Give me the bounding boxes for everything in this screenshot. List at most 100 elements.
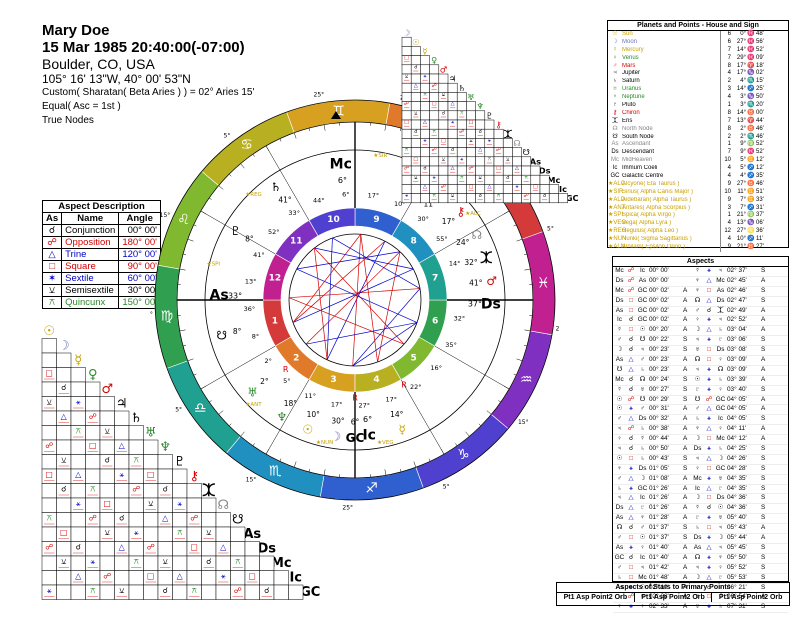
aspect-grid-cell — [128, 584, 144, 600]
aspect-grid-symbol: △ — [75, 571, 82, 580]
aspect-grid-symbol: ☍ — [524, 193, 529, 199]
aspect-phase: S — [761, 504, 766, 512]
aspect-grid-cell — [273, 584, 289, 600]
aspect-point1: ☉ — [616, 405, 623, 413]
planet-minute: 33' — [756, 196, 764, 203]
aspect-orb: 04° 35' — [727, 484, 747, 492]
aspect-point2: Ds — [638, 415, 647, 423]
imum-coeli-degree: 6° — [363, 415, 372, 424]
aspect-grid-cell — [143, 439, 159, 455]
aspect-point2: GC — [637, 484, 648, 492]
house-number: 12 — [269, 274, 282, 284]
aspect-grid-cell — [114, 570, 130, 586]
house-number: 6 — [432, 316, 438, 326]
aspect-grid-cell — [56, 584, 72, 600]
outer-degree-label: 5° — [547, 225, 554, 232]
aspect-phase: S — [761, 454, 766, 462]
aspect-grid-symbol: □ — [248, 571, 256, 580]
aspect-type: ☌ — [628, 375, 634, 383]
aspect-grid-symbol: ⚹ — [47, 586, 52, 595]
aspect-row: GC ☌ Ic 01° 40' A ☊ ⚹ ♆ 05° 50' S — [613, 554, 788, 564]
aspect-orb: 03° 39' — [727, 375, 747, 383]
aspect-point2: Ic — [640, 494, 645, 502]
aspect-grid-symbol: □ — [404, 55, 409, 61]
aspect-point2: ♂ — [640, 356, 645, 364]
aspect-grid-symbol: ☍ — [468, 166, 473, 172]
aspect-row: ♃ ☌ ♄ 00° 50' A Ds ⚹ ♄ 04° 25' S — [613, 445, 788, 455]
aspect-phase: A — [761, 395, 766, 403]
aspect-grid-symbol: ⚺ — [148, 499, 153, 508]
aspect-orb: 01° 37' — [649, 524, 669, 532]
aspect-type: △ — [628, 365, 634, 373]
aspect-point1: ☿ — [695, 267, 700, 274]
aspect-grid-glyph: ♄ — [130, 411, 142, 426]
aspect-grid-symbol: ☍ — [45, 542, 53, 551]
planet-name: Chiron — [622, 109, 640, 116]
aspect-grid-symbol: □ — [60, 528, 68, 537]
minute-label: 22° — [410, 383, 422, 391]
aspect-point2: Ic — [718, 415, 723, 423]
planet-glyph-icon: ♄ — [270, 180, 281, 194]
planet-row: Ic Immum Coeli 4 5° ♐ 12' — [608, 165, 788, 174]
aspect-phase: A — [761, 276, 766, 284]
planet-name: Descendant — [622, 149, 655, 156]
star-col-header: Pt1 Asp Point2 Orb — [718, 594, 783, 601]
aspect-legend-table: Aspect Description As Name Angle ☌ Conjun… — [41, 200, 161, 309]
person-name: Mary Doe — [42, 22, 110, 39]
aspect-grid-cell — [70, 381, 86, 397]
aspect-type: □ — [707, 464, 711, 472]
aspect-point1: ♃ — [617, 494, 622, 502]
aspect-type: ⚹ — [629, 464, 633, 472]
aspect-phase: S — [761, 415, 766, 423]
planet-house: 4 — [720, 165, 732, 174]
aspect-grid-cell — [99, 584, 115, 600]
aspect-point2: Ic — [640, 553, 645, 561]
planet-degree: 3° — [740, 102, 746, 109]
aspect-point1: ♂ — [695, 405, 700, 413]
aspect-orb: 00° 31' — [649, 405, 669, 413]
aspect-grid-symbol: ☍ — [45, 441, 53, 450]
aspect-point2: ♂ — [640, 524, 645, 532]
aspect-grid-cell — [259, 570, 275, 586]
aspect-point1: ♃ — [695, 336, 700, 344]
aspect-grid-cell — [502, 184, 513, 194]
aspect-point1: ♄ — [617, 484, 622, 492]
ascendant-degree: 33° — [228, 291, 242, 300]
planet-glyph-icon: ⚷ — [456, 204, 465, 218]
aspect-grid-symbol: □ — [103, 499, 111, 508]
aspect-phase: A — [683, 415, 688, 423]
planet-name: South Node — [622, 133, 654, 140]
aspect-point1: As — [615, 514, 624, 522]
aspect-type: □ — [707, 524, 711, 532]
aspect-orb: 00° 20' — [649, 326, 669, 334]
aspect-point1: ☋ — [616, 365, 623, 373]
planet-house: 10 — [720, 188, 732, 197]
aspect-grid-symbol: ⚻ — [134, 455, 139, 464]
aspect-row: ♂ △ Ds 00° 32' A ♄ ⚹ Ic 04° 05' S — [613, 415, 788, 426]
aspect-grid-cell — [420, 101, 430, 112]
aspect-type: ☍ — [627, 267, 635, 274]
aspect-row: ♂ □ ♃ 01° 42' A ♃ ⚹ ♀ 05° 52' S — [613, 564, 788, 574]
planet-house: 7 — [720, 117, 732, 126]
planet-minute: 35' — [756, 173, 764, 180]
planet-degree-label: 32° — [464, 258, 478, 267]
planet-minute: 31' — [756, 204, 764, 211]
aspect-grid-glyph: ♅ — [145, 425, 157, 440]
aspect-point2: ♄ — [718, 445, 723, 453]
planet-glyph: ☊ — [612, 125, 618, 132]
aspect-grid-glyph: Ds — [257, 541, 276, 556]
planet-glyph-icon: ☿ — [399, 423, 406, 437]
aspect-grid-glyph: ⚷ — [496, 120, 502, 130]
aspect-point1: ☿ — [617, 326, 622, 334]
aspect-grid-cell — [521, 156, 532, 167]
aspect-type: ☍ — [627, 395, 635, 403]
aspect-orb: 00° 00' — [649, 267, 669, 274]
aspect-point2: As — [716, 286, 725, 294]
planet-degree-label: 24° — [456, 238, 470, 247]
aspect-grid-cell — [475, 110, 486, 121]
aspect-grid-cell — [143, 483, 159, 499]
planet-sign: ♊ — [747, 196, 755, 203]
aspect-row: Mc ☌ ☊ 00° 24' S ☉ ⚹ ♄ 03° 39' A — [613, 376, 788, 386]
planet-degree: 21° — [736, 244, 746, 251]
aspect-grid-symbol: ☍ — [432, 83, 437, 89]
